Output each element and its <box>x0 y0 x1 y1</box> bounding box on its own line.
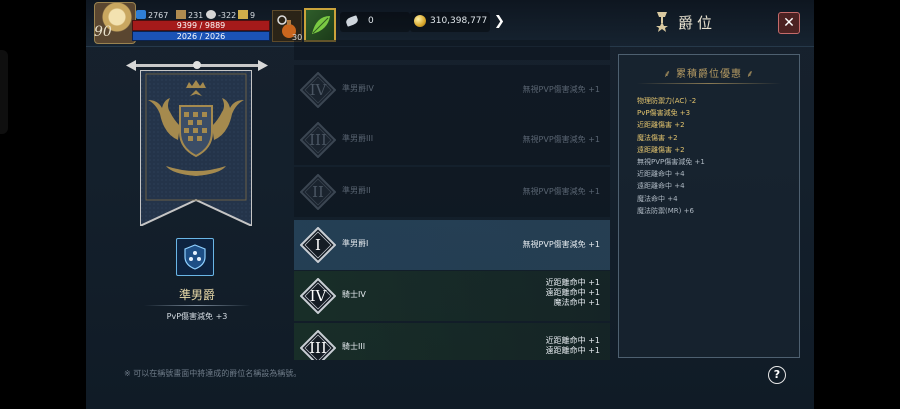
rank-bonus-desc: 無視PVP傷害減免 +1 <box>522 135 600 144</box>
feather-currency: 0 <box>340 12 410 32</box>
panel-title: ⸙ 累積爵位優惠 ⸙ <box>663 69 755 80</box>
scrolled-row-edge <box>294 40 610 60</box>
footer-note: ※ 可以在稱號畫面中將達成的爵位名稱設為稱號。 <box>124 369 302 378</box>
page-title: 爵位 <box>678 14 717 32</box>
gold-coin-icon <box>414 15 426 27</box>
stat-three: -322 <box>206 10 236 20</box>
panel-divider <box>637 83 781 84</box>
rank-row[interactable]: III 準男爵III 無視PVP傷害減免 +1 <box>294 115 610 165</box>
rank-bonus-desc: 遠距離命中 +1 <box>545 346 600 355</box>
power-icon <box>136 10 146 19</box>
rank-row[interactable]: I 準男爵I 無視PVP傷害減免 +1 <box>294 220 610 270</box>
combat-power-stat: 2767 <box>136 10 168 20</box>
feather-icon <box>344 15 360 27</box>
bonus-item: PvP傷害減免 +3 <box>637 109 691 118</box>
bonus-item: 物理防禦力(AC) -2 <box>637 97 697 105</box>
rank-roman-numeral: IV <box>309 287 327 305</box>
rank-bonus-desc: 無視PVP傷害減免 +1 <box>522 187 600 196</box>
bonus-item: 無視PVP傷害減免 +1 <box>637 158 705 167</box>
mp-bar: 2026 / 2026 <box>132 31 270 41</box>
rank-banner <box>140 70 252 226</box>
rank-bonus-desc: 近距離命中 +1 <box>545 336 600 345</box>
leaf-buff-slot[interactable] <box>304 8 336 42</box>
hp-text: 9399 / 9889 <box>176 21 226 30</box>
rank-title-icon <box>656 12 668 32</box>
rank-row[interactable]: IV 騎士IV 近距離命中 +1 遠距離命中 +1 魔法命中 +1 <box>294 271 610 321</box>
bonus-list: 物理防禦力(AC) -2 PvP傷害減免 +3 近距離傷害 +2 魔法傷害 +2 遠距離… <box>637 95 705 217</box>
rank-bonus-desc: 無視PVP傷害減免 +1 <box>522 240 600 249</box>
cumulative-bonus-panel: ⸙ 累積爵位優惠 ⸙ 物理防禦力(AC) -2 PvP傷害減免 +3 近距離傷害 +… <box>618 54 800 358</box>
bonus-item: 近距離命中 +4 <box>637 170 685 179</box>
close-button[interactable]: ✕ <box>778 12 800 34</box>
gold-currency: 310,398,777 <box>410 12 490 32</box>
rank-divider <box>144 305 250 306</box>
rank-roman-numeral: IV <box>309 81 327 99</box>
stat-four: 9 <box>238 10 255 20</box>
phone-notch <box>0 50 8 134</box>
help-button[interactable]: ? <box>768 366 786 384</box>
rank-name: 騎士III <box>342 342 366 351</box>
stat-two: 231 <box>176 10 203 20</box>
swords-icon <box>176 10 186 19</box>
rank-screen: 90 2767 231 -322 9 9399 / 9889 2026 / 20… <box>86 0 814 409</box>
leaf-icon <box>312 16 330 34</box>
rank-row[interactable]: IV 準男爵IV 無視PVP傷害減免 +1 <box>294 65 610 115</box>
rank-name: 準男爵II <box>342 186 371 195</box>
bonus-item: 魔法傷害 +2 <box>637 133 678 142</box>
rank-row[interactable]: II 準男爵II 無視PVP傷害減免 +1 <box>294 167 610 217</box>
mp-text: 2026 / 2026 <box>176 32 226 41</box>
rank-roman-numeral: III <box>309 131 327 149</box>
character-level: 90 <box>94 24 112 40</box>
trophy-icon <box>238 10 248 19</box>
bonus-item: 魔法命中 +4 <box>637 194 678 203</box>
rank-name: 騎士IV <box>342 290 366 299</box>
current-rank-bonus: PvP傷害減免 +3 <box>166 312 228 321</box>
bonus-item: 近距離傷害 +2 <box>637 121 685 130</box>
rank-roman-numeral: II <box>312 183 324 201</box>
bonus-item: 遠距離傷害 +2 <box>637 145 685 154</box>
rank-roman-numeral: III <box>309 339 327 357</box>
rank-roman-numeral: I <box>315 236 321 254</box>
rank-bonus-desc: 近距離命中 +1 <box>545 278 600 287</box>
rank-name: 準男爵III <box>342 134 374 143</box>
rank-bonus-desc: 無視PVP傷害減免 +1 <box>522 85 600 94</box>
rank-row[interactable]: III 騎士III 近距離命中 +1 遠距離命中 +1 <box>294 323 610 360</box>
right-letterbox <box>814 0 900 409</box>
hp-bar: 9399 / 9889 <box>132 20 270 31</box>
skull-icon <box>206 10 216 19</box>
bonus-item: 魔法防禦(MR) +6 <box>637 206 694 215</box>
rank-bonus-desc: 遠距離命中 +1 <box>545 288 600 297</box>
left-letterbox <box>0 0 86 409</box>
rank-bonus-desc: 魔法命中 +1 <box>553 298 600 307</box>
laurel-left-icon: ⸙ <box>663 69 676 80</box>
current-rank-name: 準男爵 <box>178 288 215 302</box>
bonus-item: 遠距離命中 +4 <box>637 182 685 191</box>
rank-name: 準男爵IV <box>342 84 374 93</box>
currency-expand-chevron-icon[interactable]: ❯ <box>494 14 505 29</box>
rank-emblem-icon <box>176 238 214 276</box>
laurel-right-icon: ⸙ <box>742 69 755 80</box>
rank-name: 準男爵I <box>342 239 369 248</box>
rank-list[interactable]: IV 準男爵IV 無視PVP傷害減免 +1 III 準男爵III 無視PVP傷害減免 +1… <box>294 40 610 360</box>
